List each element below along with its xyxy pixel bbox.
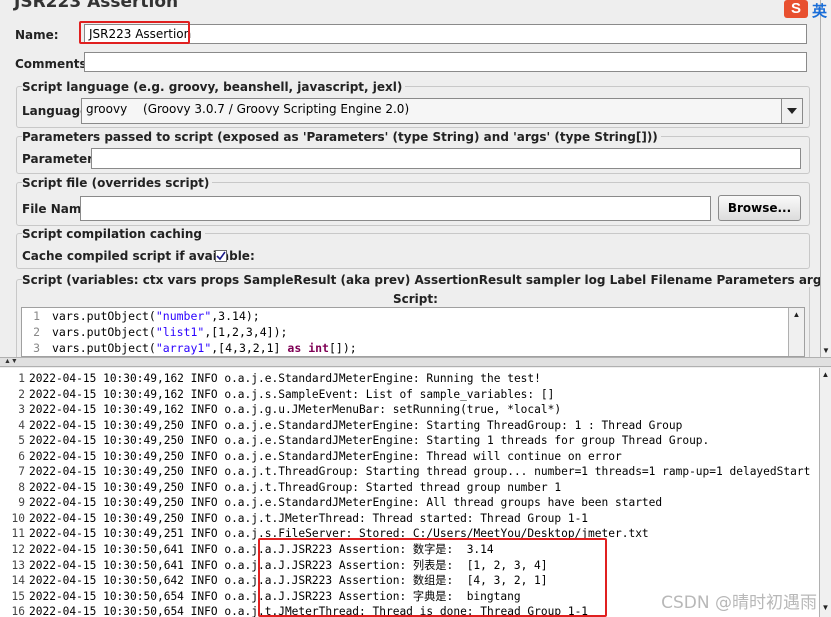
script-editor[interactable]: 1 vars.putObject("number",3.14); 2 vars.pu…: [21, 307, 805, 357]
log-line: 4 2022-04-15 10:30:49,250 INFO o.a.j.e.St…: [18, 418, 683, 432]
log-panel: 1 2022-04-15 10:30:49,162 INFO o.a.j.e.St…: [0, 368, 819, 617]
scroll-down-icon[interactable]: ▼: [822, 347, 830, 355]
scroll-up-icon[interactable]: ▲: [793, 311, 801, 319]
split-pane-divider[interactable]: ▲▼: [0, 357, 831, 367]
panel-title: JSR223 Assertion: [14, 0, 179, 12]
comments-label: Comments:: [15, 57, 92, 71]
log-line: 5 2022-04-15 10:30:49,250 INFO o.a.j.e.St…: [18, 434, 710, 448]
log-scrollbar[interactable]: ▲ ▼: [819, 368, 831, 617]
assertion-config-panel: JSR223 Assertion Name: JSR223 Assertion …: [0, 0, 820, 357]
log-line: 6 2022-04-15 10:30:49,250 INFO o.a.j.e.St…: [18, 449, 622, 463]
file-name-field[interactable]: [80, 196, 711, 221]
checkmark-icon: [216, 251, 226, 261]
scroll-up-icon[interactable]: ▲: [822, 371, 830, 379]
name-highlight: [79, 21, 190, 44]
dropdown-arrow-icon[interactable]: [781, 99, 802, 123]
editor-scrollbar[interactable]: ▲: [788, 308, 804, 356]
name-label: Name:: [15, 28, 59, 42]
language-detail: (Groovy 3.0.7 / Groovy Scripting Engine …: [143, 102, 410, 116]
browse-button[interactable]: Browse...: [718, 195, 801, 221]
caching-group-title: Script compilation caching: [22, 227, 205, 241]
language-select[interactable]: groovy (Groovy 3.0.7 / Groovy Scripting …: [81, 98, 803, 124]
code-line: 2 vars.putObject("list1",[1,2,3,4]);: [33, 325, 288, 339]
name-field[interactable]: JSR223 Assertion: [84, 24, 807, 44]
watermark: CSDN @晴时初遇雨: [661, 593, 817, 613]
log-line: 9 2022-04-15 10:30:49,250 INFO o.a.j.e.St…: [18, 496, 663, 510]
log-line: 2 2022-04-15 10:30:49,162 INFO o.a.j.s.Sa…: [18, 387, 555, 401]
scroll-down-icon[interactable]: ▼: [822, 604, 830, 612]
log-line: 10 2022-04-15 10:30:49,250 INFO o.a.j.t.J…: [11, 511, 589, 525]
log-line: 7 2022-04-15 10:30:49,250 INFO o.a.j.t.Th…: [18, 465, 811, 479]
script-language-group-title: Script language (e.g. groovy, beanshell,…: [22, 80, 406, 94]
log-line: 1 2022-04-15 10:30:49,162 INFO o.a.j.e.St…: [18, 372, 541, 385]
ime-mode: 英: [812, 3, 828, 20]
ime-logo-icon: S: [784, 0, 808, 18]
language-value: groovy: [86, 102, 128, 116]
collapse-arrows-icon[interactable]: ▲▼: [4, 358, 18, 366]
script-file-group-title: Script file (overrides script): [22, 176, 213, 190]
parameters-field[interactable]: [91, 148, 801, 169]
parameters-group-title: Parameters passed to script (exposed as …: [22, 130, 661, 144]
code-line: 1 vars.putObject("number",3.14);: [33, 309, 260, 323]
script-header: Script:: [393, 292, 438, 306]
comments-field[interactable]: [84, 52, 807, 72]
log-line: 8 2022-04-15 10:30:49,250 INFO o.a.j.t.Th…: [18, 480, 562, 494]
code-line: 3 vars.putObject("array1",[4,3,2,1] as in…: [33, 341, 357, 355]
log-line: 3 2022-04-15 10:30:49,162 INFO o.a.j.g.u.…: [18, 403, 562, 417]
panel-scrollbar[interactable]: ▼: [820, 0, 831, 357]
script-group-title: Script (variables: ctx vars props Sample…: [22, 273, 820, 287]
log-highlight: [258, 538, 607, 617]
cache-checkbox[interactable]: [215, 250, 227, 262]
